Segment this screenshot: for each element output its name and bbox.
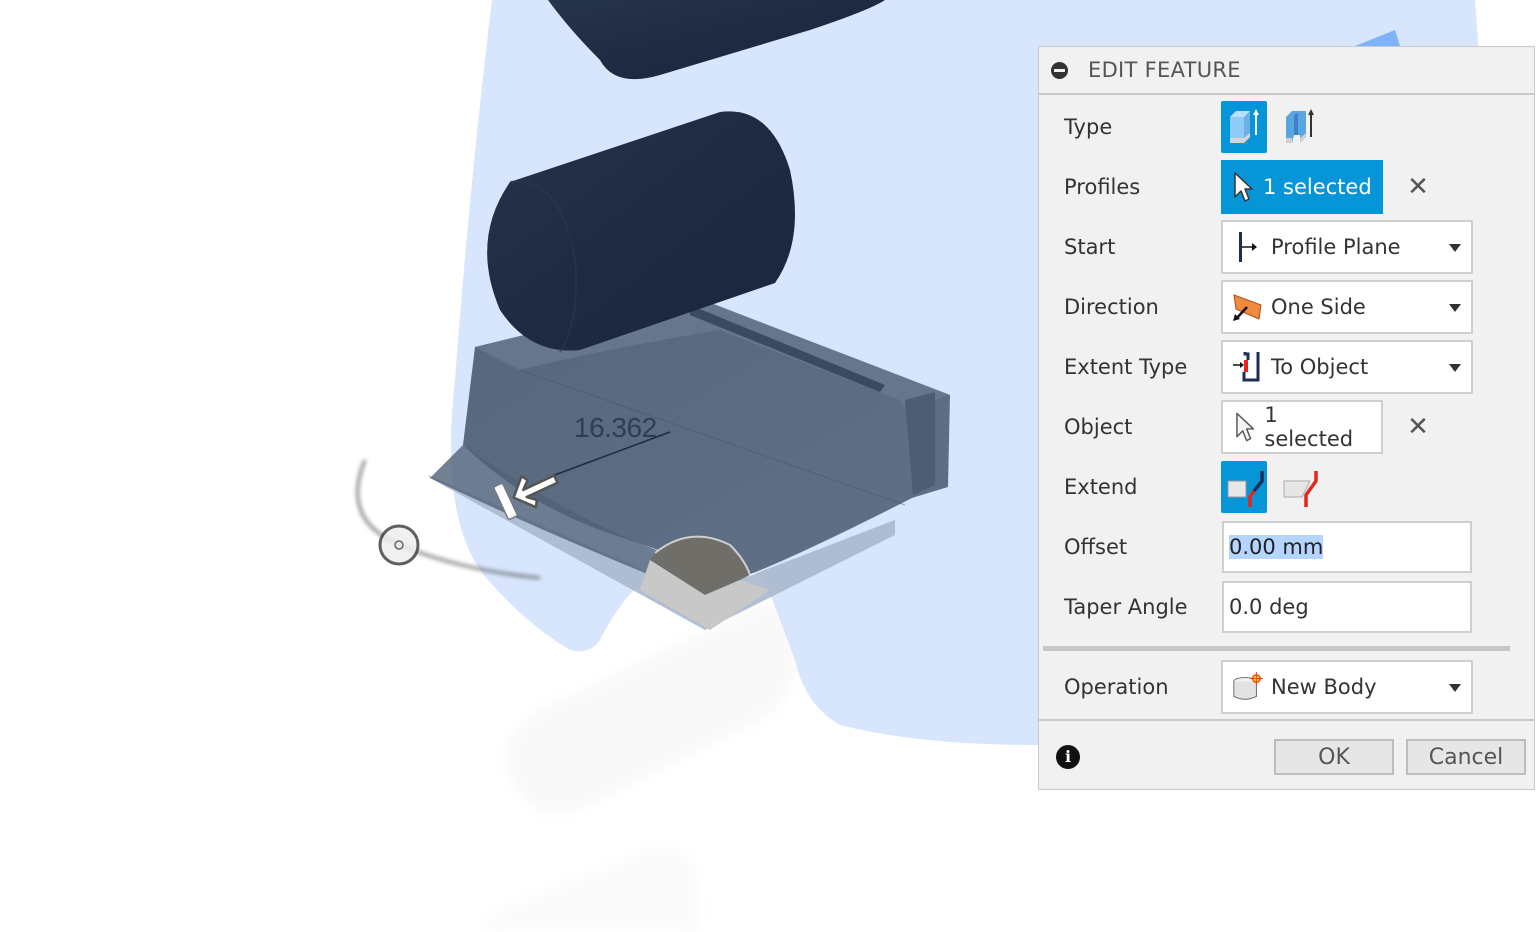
edit-feature-panel: EDIT FEATURE Type Profiles 1 selected ✕ … [1038,46,1535,790]
collapse-icon[interactable] [1051,61,1068,79]
solid-extrude-icon [1230,109,1259,143]
profiles-select-button[interactable]: 1 selected [1221,160,1383,214]
start-dropdown[interactable]: Profile Plane [1221,220,1473,274]
extend-adjacent-faces-icon [1227,471,1264,507]
extend-surface-button[interactable] [1277,461,1323,513]
operation-dropdown[interactable]: New Body [1221,660,1473,714]
panel-header[interactable]: EDIT FEATURE [1039,47,1534,95]
start-label: Start [1064,235,1116,259]
profiles-label: Profiles [1064,175,1141,199]
row-extent-type: Extent Type To Object [1039,339,1534,395]
taper-angle-value: 0.0 deg [1229,595,1309,619]
dimension-value[interactable]: 16.362 [574,412,657,444]
type-thin-button[interactable] [1277,101,1323,153]
taper-angle-label: Taper Angle [1064,595,1188,619]
row-taper-angle: Taper Angle 0.0 deg [1039,579,1534,635]
row-extend: Extend [1039,459,1534,515]
object-label: Object [1064,415,1133,439]
row-offset: Offset 0.00 mm [1039,519,1534,575]
row-operation: Operation New Body [1039,659,1534,715]
start-value: Profile Plane [1271,235,1401,259]
extend-label: Extend [1064,475,1138,499]
rotation-handle [378,524,420,566]
chevron-down-icon [1449,244,1461,252]
direction-label: Direction [1064,295,1159,319]
to-object-icon [1231,350,1263,384]
offset-value: 0.00 mm [1229,535,1324,559]
ok-button[interactable]: OK [1274,739,1394,775]
chevron-down-icon [1449,684,1461,692]
section-divider [1043,646,1510,651]
floor-reflection [480,604,796,932]
object-clear-icon[interactable]: ✕ [1404,413,1432,441]
type-label: Type [1064,115,1113,139]
taper-angle-input[interactable]: 0.0 deg [1222,581,1472,633]
direction-dropdown[interactable]: One Side [1221,280,1473,334]
row-profiles: Profiles 1 selected ✕ [1039,159,1534,215]
cancel-button[interactable]: Cancel [1406,739,1526,775]
one-side-icon [1231,290,1263,324]
extent-type-value: To Object [1271,355,1369,379]
row-type: Type [1039,99,1534,155]
cursor-arrow-icon [1236,412,1255,442]
type-solid-button[interactable] [1221,101,1267,153]
offset-input[interactable]: 0.00 mm [1222,521,1472,573]
info-icon[interactable]: i [1056,745,1080,769]
operation-value: New Body [1271,675,1377,699]
profile-plane-icon [1231,230,1263,264]
panel-footer: i OK Cancel [1039,719,1534,791]
extent-type-label: Extent Type [1064,355,1188,379]
cursor-arrow-icon [1234,172,1253,202]
offset-label: Offset [1064,535,1128,559]
object-select-button[interactable]: 1 selected [1221,400,1383,454]
extent-type-dropdown[interactable]: To Object [1221,340,1473,394]
profiles-value: 1 selected [1263,175,1372,199]
panel-title: EDIT FEATURE [1088,58,1241,82]
chevron-down-icon [1449,304,1461,312]
extend-adjacent-button[interactable] [1221,461,1267,513]
profiles-clear-icon[interactable]: ✕ [1404,173,1432,201]
chevron-down-icon [1449,364,1461,372]
row-start: Start Profile Plane [1039,219,1534,275]
row-direction: Direction One Side [1039,279,1534,335]
extend-surface-icon [1283,471,1318,507]
operation-label: Operation [1064,675,1169,699]
object-value: 1 selected [1264,403,1354,451]
thin-extrude-icon [1286,109,1314,143]
direction-value: One Side [1271,295,1366,319]
new-body-icon [1231,670,1263,704]
row-object: Object 1 selected ✕ [1039,399,1534,455]
